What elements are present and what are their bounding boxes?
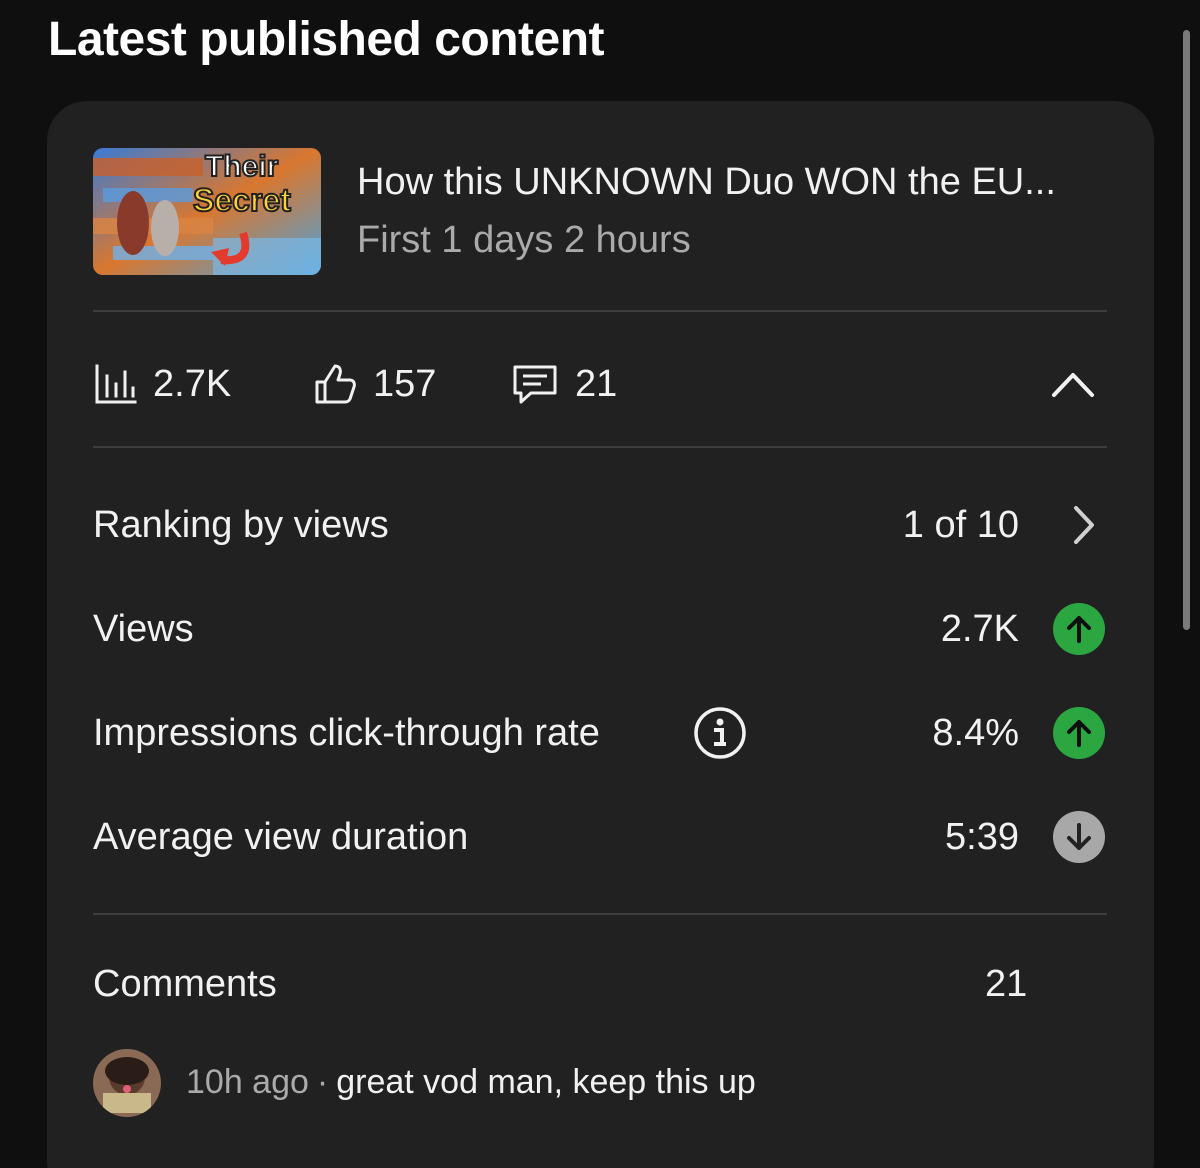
trend-up-badge — [1053, 603, 1105, 655]
video-title[interactable]: How this UNKNOWN Duo WON the EU... — [357, 161, 1056, 204]
trend-up-badge — [1053, 707, 1105, 759]
arrow-up-icon — [1067, 616, 1091, 643]
video-thumbnail[interactable]: Their Secret — [93, 148, 321, 275]
divider — [93, 913, 1107, 915]
metric-row-ctr: Impressions click-through rate 8.4% — [93, 703, 1107, 763]
metric-label: Ranking by views — [93, 504, 389, 546]
views-stat: 2.7K — [93, 359, 231, 409]
scrollbar[interactable] — [1183, 30, 1190, 630]
metric-label: Views — [93, 608, 194, 650]
analytics-page: Latest published content Their Secret Ho… — [0, 0, 1200, 1168]
section-title: Latest published content — [48, 13, 605, 66]
comments-count: 21 — [985, 963, 1028, 1005]
chevron-up-icon — [1052, 373, 1094, 397]
metric-row-ranking[interactable]: Ranking by views 1 of 10 — [93, 495, 1107, 555]
likes-stat-value: 157 — [373, 362, 437, 405]
metric-value: 5:39 — [945, 816, 1019, 858]
chevron-right-icon — [1074, 506, 1094, 544]
metric-value: 2.7K — [940, 608, 1019, 650]
metric-label: Impressions click-through rate — [93, 712, 600, 754]
comments-heading[interactable]: Comments — [93, 963, 277, 1006]
likes-stat: 157 — [313, 359, 436, 409]
info-icon[interactable] — [693, 706, 747, 760]
arrow-up-icon — [1067, 720, 1091, 747]
latest-content-card: Their Secret How this UNKNOWN Duo WON th… — [47, 101, 1154, 1168]
collapse-button[interactable] — [1047, 359, 1099, 409]
comment-text: great vod man, keep this up — [336, 1063, 756, 1101]
arrow-down-icon — [1067, 823, 1091, 850]
comment-separator: · — [316, 1063, 329, 1101]
metric-row-views: Views 2.7K — [93, 599, 1107, 659]
thumbnail-text-their: Their — [204, 149, 279, 184]
video-published-meta: First 1 days 2 hours — [357, 219, 691, 261]
metric-label: Average view duration — [93, 816, 469, 858]
latest-comment[interactable]: 10h ago · great vod man, keep this up — [186, 1063, 756, 1102]
views-stat-value: 2.7K — [153, 362, 232, 405]
comment-time: 10h ago — [186, 1063, 309, 1101]
comment-icon — [513, 365, 557, 404]
metric-value: 8.4% — [932, 712, 1019, 754]
metric-value: 1 of 10 — [902, 504, 1019, 546]
divider — [93, 446, 1107, 448]
divider — [93, 310, 1107, 312]
thumbnail-text-secret: Secret — [192, 181, 292, 219]
metric-row-avg-duration: Average view duration 5:39 — [93, 807, 1107, 867]
avatar[interactable] — [93, 1049, 161, 1117]
avatar-image — [93, 1049, 161, 1117]
trend-down-badge — [1053, 811, 1105, 863]
bar-chart-icon — [95, 364, 137, 404]
thumbs-up-icon — [315, 364, 356, 404]
comments-stat-value: 21 — [575, 362, 618, 405]
comments-stat: 21 — [511, 359, 617, 409]
